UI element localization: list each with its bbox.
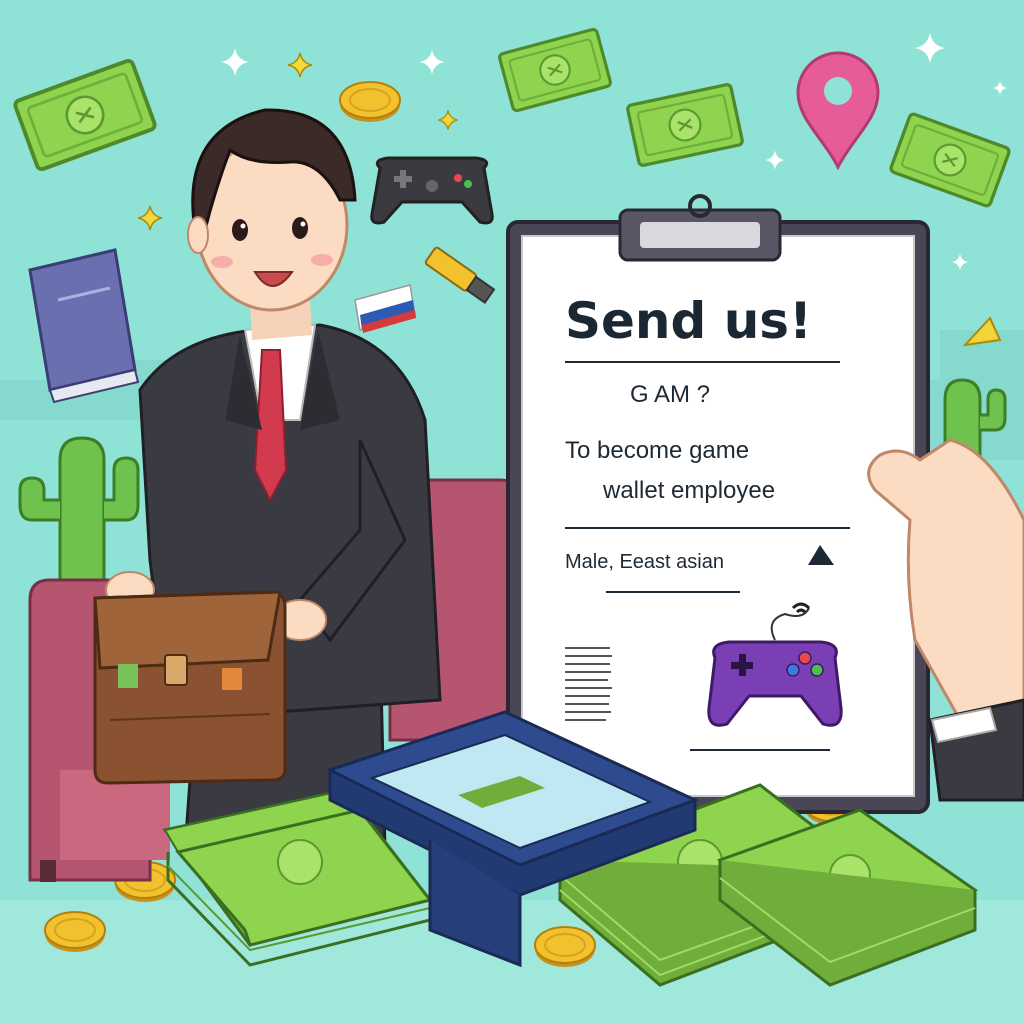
clipboard-title: Send us! — [565, 292, 812, 350]
clipboard-detail: Male, Eeast asian — [565, 551, 724, 573]
coin-icon — [339, 81, 401, 123]
wallet-icon — [93, 590, 287, 785]
clipboard-line-2: wallet employee — [602, 477, 775, 504]
clipboard-question: G AM ? — [630, 381, 710, 408]
coin-icon — [44, 911, 106, 953]
clipboard: Send us! G AM ? To become game wallet em… — [506, 194, 930, 814]
coin-icon — [534, 926, 596, 968]
clipboard-line-1: To become game — [565, 437, 749, 464]
illustration-scene: Send us! G AM ? To become game wallet em… — [0, 0, 1024, 1024]
